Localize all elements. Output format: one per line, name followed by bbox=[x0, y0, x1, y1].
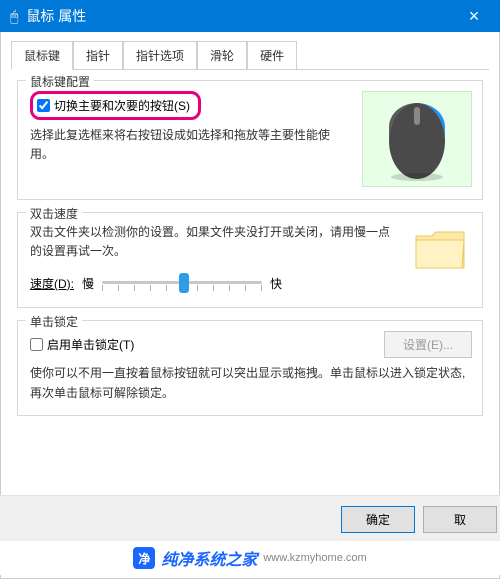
speed-slow-label: 慢 bbox=[82, 275, 94, 292]
mouse-preview-image bbox=[362, 91, 472, 187]
tab-hardware[interactable]: 硬件 bbox=[247, 41, 297, 70]
ok-button[interactable]: 确定 bbox=[341, 506, 415, 533]
swap-buttons-input[interactable] bbox=[37, 99, 50, 112]
dialog-button-row: 确定 取 bbox=[0, 495, 500, 541]
group-button-config-legend: 鼠标键配置 bbox=[26, 73, 94, 90]
window-title: 鼠标 属性 bbox=[26, 6, 454, 26]
group-button-config: 鼠标键配置 切换主要和次要的按钮(S) 选择此复选框来将右按钮设成如选择和拖放等… bbox=[17, 80, 483, 200]
tab-pointer-options[interactable]: 指针选项 bbox=[123, 41, 197, 70]
group-double-click-legend: 双击速度 bbox=[26, 205, 82, 222]
watermark-url: www.kzmyhome.com bbox=[263, 552, 366, 564]
tab-buttons[interactable]: 鼠标键 bbox=[11, 41, 73, 70]
click-lock-input[interactable] bbox=[30, 338, 43, 351]
watermark-logo-icon: 净 bbox=[133, 547, 155, 569]
speed-fast-label: 快 bbox=[270, 275, 282, 292]
click-lock-desc: 使你可以不用一直按着鼠标按钮就可以突出显示或拖拽。单击鼠标以进入锁定状态,再次单… bbox=[30, 364, 472, 402]
speed-slider-thumb[interactable] bbox=[179, 273, 189, 293]
close-icon[interactable]: × bbox=[454, 0, 494, 32]
titlebar: 🖱 鼠标 属性 × bbox=[0, 0, 500, 32]
mouse-window-icon: 🖱 bbox=[10, 8, 18, 25]
swap-buttons-label: 切换主要和次要的按钮(S) bbox=[54, 97, 190, 114]
click-lock-label: 启用单击锁定(T) bbox=[47, 336, 134, 353]
double-click-test-folder[interactable] bbox=[408, 223, 472, 275]
group-click-lock: 单击锁定 启用单击锁定(T) 设置(E)... 使你可以不用一直按着鼠标按钮就可… bbox=[17, 320, 483, 415]
tab-wheel[interactable]: 滑轮 bbox=[197, 41, 247, 70]
watermark-text: 纯净系统之家 bbox=[161, 546, 257, 570]
click-lock-settings-button: 设置(E)... bbox=[384, 331, 472, 358]
click-lock-checkbox[interactable]: 启用单击锁定(T) bbox=[30, 336, 134, 353]
group-click-lock-legend: 单击锁定 bbox=[26, 313, 82, 330]
tab-pointers[interactable]: 指针 bbox=[73, 41, 123, 70]
tab-strip: 鼠标键 指针 指针选项 滑轮 硬件 bbox=[11, 40, 489, 70]
double-click-desc: 双击文件夹以检测你的设置。如果文件夹没打开或关闭，请用慢一点的设置再试一次。 bbox=[30, 223, 400, 261]
group-double-click: 双击速度 双击文件夹以检测你的设置。如果文件夹没打开或关闭，请用慢一点的设置再试… bbox=[17, 212, 483, 308]
swap-buttons-checkbox[interactable]: 切换主要和次要的按钮(S) bbox=[30, 91, 201, 120]
cancel-button[interactable]: 取 bbox=[423, 506, 497, 533]
watermark: 净 纯净系统之家 www.kzmyhome.com bbox=[0, 541, 500, 575]
swap-buttons-desc: 选择此复选框来将右按钮设成如选择和拖放等主要性能使用。 bbox=[30, 126, 330, 164]
speed-label: 速度(D): bbox=[30, 275, 74, 292]
speed-slider[interactable] bbox=[102, 271, 262, 295]
